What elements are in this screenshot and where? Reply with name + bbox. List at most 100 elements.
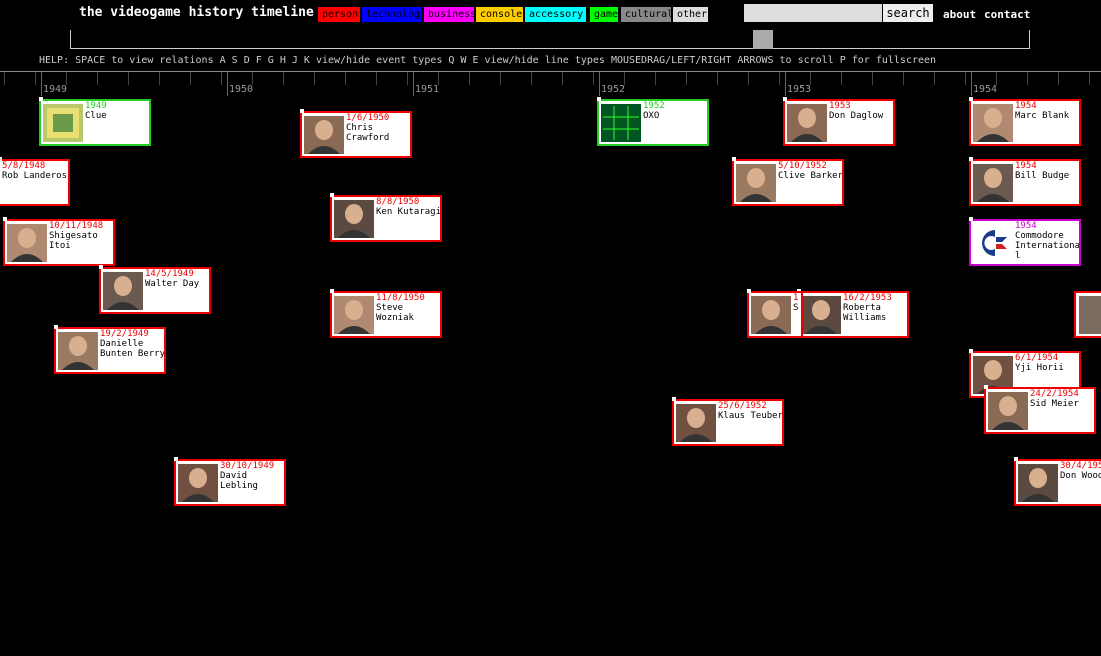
event-name: Sid Meier — [1030, 399, 1079, 409]
event-anchor — [300, 109, 304, 113]
event-card[interactable]: 30/10/1949 David Lebling — [174, 459, 286, 506]
filter-other[interactable]: other — [673, 7, 708, 22]
year-label: 1950 — [229, 84, 254, 95]
ruler-tick — [779, 72, 780, 85]
event-name: Commodore International — [1015, 231, 1081, 261]
event-anchor — [747, 289, 751, 293]
event-anchor — [99, 265, 103, 269]
portrait-photo — [334, 296, 374, 334]
timeline-scrollbar[interactable] — [70, 30, 1030, 49]
ruler-tick — [97, 72, 98, 85]
filter-cultural[interactable]: cultural — [621, 7, 673, 22]
filter-accessory[interactable]: accessory — [525, 7, 586, 22]
filter-game[interactable]: game — [590, 7, 618, 22]
event-name: Bill Budge — [1015, 171, 1070, 181]
ruler-year-tick — [227, 72, 228, 96]
portrait-photo — [973, 164, 1013, 202]
search-input[interactable] — [744, 4, 882, 22]
ruler-tick — [469, 72, 470, 85]
ruler-year-tick — [599, 72, 600, 96]
timeline-ruler — [0, 71, 1101, 72]
year-label: 1953 — [787, 84, 812, 95]
ruler-year-tick — [971, 72, 972, 96]
event-name: Yji Horii — [1015, 363, 1064, 373]
event-anchor — [984, 385, 988, 389]
event-anchor — [330, 193, 334, 197]
ruler-tick — [686, 72, 687, 85]
event-card[interactable]: 1954 Commodore International — [969, 219, 1081, 266]
event-card[interactable]: 1/6/1950 Chris Crawford — [300, 111, 412, 158]
event-anchor — [732, 157, 736, 161]
event-card[interactable]: 10/11/1948 Shigesato Itoi — [3, 219, 115, 266]
year-label: 1954 — [973, 84, 998, 95]
event-card[interactable]: 16/2/1953 Roberta Williams — [797, 291, 909, 338]
event-anchor — [54, 325, 58, 329]
ruler-tick — [717, 72, 718, 85]
filter-person[interactable]: person — [318, 7, 360, 22]
ruler-tick — [562, 72, 563, 85]
ruler-tick — [531, 72, 532, 85]
event-name: Klaus Teuber — [718, 411, 784, 421]
event-card[interactable]: 30/4/1954Don Woods — [1014, 459, 1101, 506]
event-card-offscreen[interactable] — [1074, 291, 1101, 338]
portrait-photo — [304, 116, 344, 154]
timeline-scroll-thumb[interactable] — [753, 30, 773, 49]
filter-technology[interactable]: technology — [362, 7, 426, 22]
event-name: Rob Landeros — [2, 171, 68, 181]
event-card[interactable]: 11/8/1950 Steve Wozniak — [330, 291, 442, 338]
event-anchor — [672, 397, 676, 401]
ruler-year-tick — [413, 72, 414, 96]
ruler-tick — [965, 72, 966, 85]
ruler-tick — [190, 72, 191, 85]
event-name: Clive Barker — [778, 171, 844, 181]
event-card[interactable]: 8/8/1950 Ken Kutaragi — [330, 195, 442, 242]
search-button[interactable]: search — [883, 4, 933, 22]
portrait-photo — [1018, 464, 1058, 502]
event-card[interactable]: 25/6/1952 Klaus Teuber — [672, 399, 784, 446]
year-label: 1951 — [415, 84, 440, 95]
event-name: Walter Day — [145, 279, 200, 289]
portrait-photo — [973, 104, 1013, 142]
event-name: Marc Blank — [1015, 111, 1070, 121]
event-card[interactable]: 5/10/1952 Clive Barker — [732, 159, 844, 206]
tic-tac-toe-screenshot — [601, 104, 641, 142]
filter-business[interactable]: business — [424, 7, 476, 22]
event-name: OXO — [643, 111, 660, 121]
portrait-photo — [1079, 296, 1101, 334]
event-card[interactable]: 19/2/1949 Danielle Bunten Berry — [54, 327, 166, 374]
ruler-tick — [903, 72, 904, 85]
event-card[interactable]: 14/5/1949 Walter Day — [99, 267, 211, 314]
event-anchor — [39, 97, 43, 101]
event-name: Danielle Bunten Berry — [100, 339, 166, 359]
event-card[interactable]: 1954 Marc Blank — [969, 99, 1081, 146]
portrait-photo — [178, 464, 218, 502]
event-card[interactable]: 1952 OXO — [597, 99, 709, 146]
commodore-logo — [973, 224, 1013, 262]
event-anchor — [1014, 457, 1018, 461]
about-link[interactable]: about — [943, 8, 976, 21]
event-card[interactable]: 1S M — [747, 291, 803, 338]
event-name: Clue — [85, 111, 107, 121]
ruler-year-tick — [41, 72, 42, 96]
ruler-tick — [221, 72, 222, 85]
help-text: HELP: SPACE to view relations A S D F G … — [39, 55, 937, 66]
event-card[interactable]: 24/2/1954 Sid Meier — [984, 387, 1096, 434]
ruler-tick — [283, 72, 284, 85]
event-card[interactable]: 5/8/1948 Rob Landeros — [0, 159, 70, 206]
contact-link[interactable]: contact — [984, 8, 1030, 21]
ruler-tick — [345, 72, 346, 85]
event-card[interactable]: 1949 Clue — [39, 99, 151, 146]
event-anchor — [969, 217, 973, 221]
portrait-photo — [801, 296, 841, 334]
ruler-tick — [841, 72, 842, 85]
filter-console[interactable]: console — [476, 7, 523, 22]
event-name: Steve Wozniak — [376, 303, 414, 323]
ruler-tick — [872, 72, 873, 85]
portrait-photo — [334, 200, 374, 238]
event-card[interactable]: 1953 Don Daglow — [783, 99, 895, 146]
ruler-tick — [748, 72, 749, 85]
ruler-tick — [407, 72, 408, 85]
event-card[interactable]: 1954 Bill Budge — [969, 159, 1081, 206]
ruler-year-tick — [785, 72, 786, 96]
year-label: 1949 — [43, 84, 68, 95]
